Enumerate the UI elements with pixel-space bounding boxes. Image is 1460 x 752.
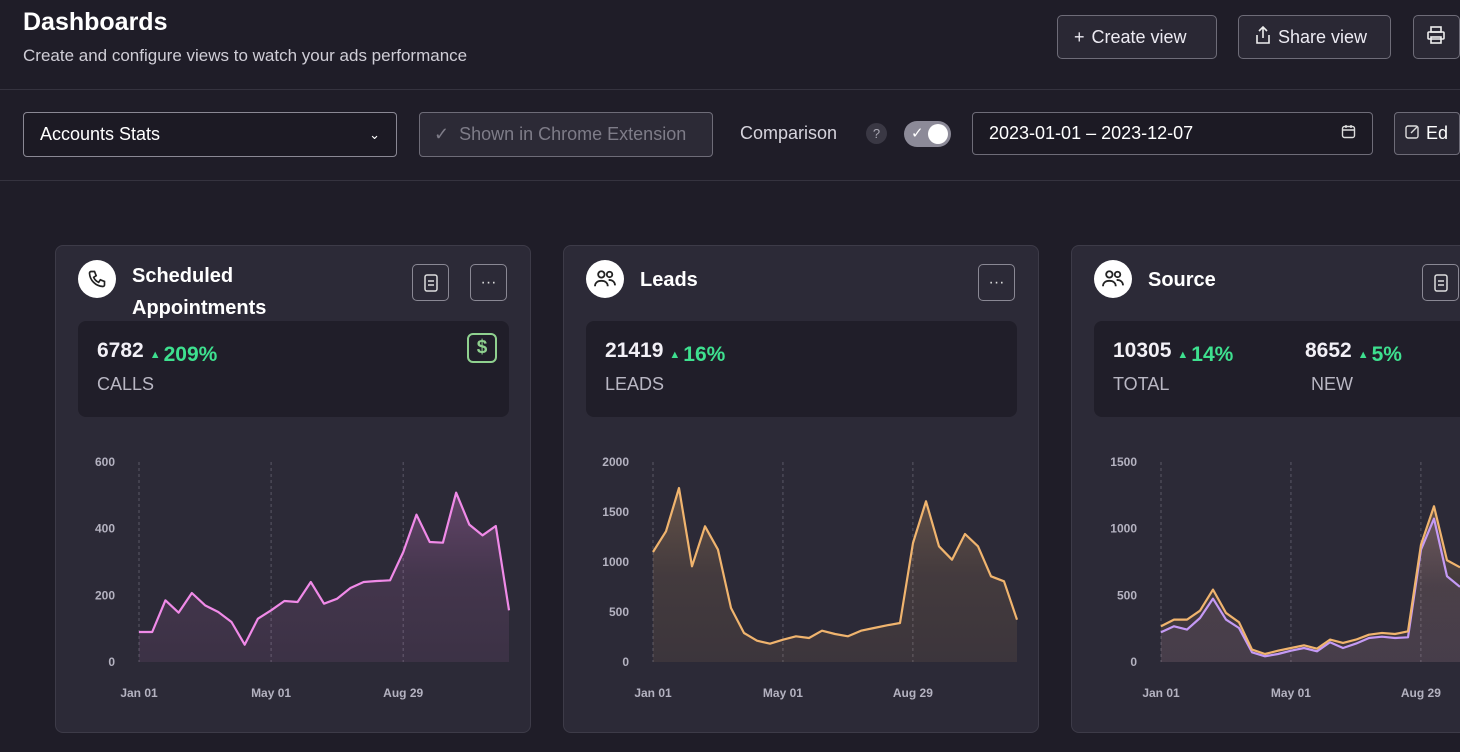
arrow-up-icon: ▲ bbox=[669, 349, 681, 361]
chrome-extension-label: Shown in Chrome Extension bbox=[459, 124, 687, 144]
source-chart: 0 500 1000 1500 Jan 01 May 01 Aug 29 bbox=[1110, 455, 1460, 700]
create-view-button[interactable]: + Create view bbox=[1057, 15, 1217, 59]
leads-chart: 0 500 1000 1500 2000 Jan 01 May 01 Aug 29 bbox=[602, 455, 1019, 700]
view-select[interactable]: Accounts Stats ⌄ bbox=[23, 112, 397, 157]
notes-icon[interactable] bbox=[412, 264, 449, 301]
y-tick-label: 1000 bbox=[602, 555, 629, 569]
y-tick-label: 0 bbox=[622, 655, 629, 669]
arrow-up-icon: ▲ bbox=[1357, 349, 1369, 361]
x-tick-label: Jan 01 bbox=[634, 686, 672, 700]
chrome-extension-button[interactable]: ✓ Shown in Chrome Extension bbox=[419, 112, 713, 157]
y-tick-label: 1000 bbox=[1110, 522, 1137, 536]
help-icon[interactable]: ? bbox=[866, 123, 887, 144]
stat-value: 21419 bbox=[605, 339, 664, 362]
page-subtitle: Create and configure views to watch your… bbox=[23, 46, 468, 65]
card-title: Source bbox=[1148, 269, 1216, 291]
share-view-button[interactable]: Share view bbox=[1238, 15, 1391, 59]
card-source: Source 10305 ▲ 14% TOTAL 8652 ▲ 5% NEW 0 500 1… bbox=[1071, 245, 1460, 733]
more-options-icon[interactable]: ··· bbox=[470, 264, 507, 301]
stat-label: CALLS bbox=[97, 374, 155, 394]
y-tick-label: 0 bbox=[1130, 655, 1137, 669]
y-tick-label: 1500 bbox=[1110, 455, 1137, 469]
comparison-label: Comparison bbox=[740, 123, 838, 143]
stat-leads: 21419 ▲ 16% LEADS bbox=[605, 339, 725, 395]
notes-icon[interactable] bbox=[1422, 264, 1459, 301]
stat-label: TOTAL bbox=[1113, 374, 1170, 394]
x-tick-label: Aug 29 bbox=[383, 686, 423, 700]
x-tick-label: Aug 29 bbox=[893, 686, 933, 700]
series-area bbox=[139, 492, 509, 662]
edit-button[interactable]: Ed bbox=[1394, 112, 1460, 155]
print-icon bbox=[1427, 25, 1445, 49]
phone-icon bbox=[78, 260, 116, 298]
stat-calls: 6782 ▲ 209% CALLS bbox=[97, 339, 217, 395]
dollar-icon[interactable]: $ bbox=[467, 333, 497, 363]
y-tick-label: 200 bbox=[95, 588, 115, 602]
stat-new: 8652 ▲ 5% NEW bbox=[1305, 339, 1402, 395]
stat-change: ▲ 14% bbox=[1177, 343, 1233, 367]
check-icon: ✓ bbox=[911, 125, 924, 142]
stat-value: 10305 bbox=[1113, 339, 1172, 362]
y-tick-label: 1500 bbox=[602, 505, 629, 519]
users-icon bbox=[586, 260, 624, 298]
create-view-label: Create view bbox=[1091, 26, 1187, 47]
stats-box: 21419 ▲ 16% LEADS bbox=[586, 321, 1017, 417]
arrow-up-icon: ▲ bbox=[149, 349, 161, 361]
more-options-icon[interactable]: ··· bbox=[978, 264, 1015, 301]
stats-box: 6782 ▲ 209% CALLS $ bbox=[78, 321, 509, 417]
view-select-value: Accounts Stats bbox=[40, 124, 161, 144]
stat-change-value: 14% bbox=[1191, 343, 1234, 366]
x-tick-label: Jan 01 bbox=[1142, 686, 1180, 700]
page-title: Dashboards bbox=[23, 8, 168, 36]
edit-label: Ed bbox=[1426, 123, 1449, 143]
x-tick-label: May 01 bbox=[763, 686, 803, 700]
stat-value: 6782 bbox=[97, 339, 144, 362]
calls-chart: 0 200 400 600 Jan 01 May 01 Aug 29 bbox=[95, 455, 511, 700]
stat-label: NEW bbox=[1311, 374, 1353, 394]
y-tick-label: 500 bbox=[609, 605, 629, 619]
check-icon: ✓ bbox=[434, 124, 450, 144]
date-range-value: 2023-01-01 – 2023-12-07 bbox=[989, 123, 1194, 143]
x-tick-label: May 01 bbox=[251, 686, 291, 700]
page-header: Dashboards Create and configure views to… bbox=[0, 0, 1460, 90]
card-leads: Leads ··· 21419 ▲ 16% LEADS 0 500 1000 1500 20… bbox=[563, 245, 1039, 733]
chevron-down-icon: ⌄ bbox=[369, 126, 380, 142]
y-tick-label: 0 bbox=[108, 655, 115, 669]
stat-label: LEADS bbox=[605, 374, 665, 394]
y-tick-label: 500 bbox=[1117, 588, 1137, 602]
x-tick-label: Jan 01 bbox=[120, 686, 158, 700]
card-scheduled-appointments: Scheduled Appointments ··· 6782 ▲ 209% CAL… bbox=[55, 245, 531, 733]
stat-change-value: 5% bbox=[1371, 343, 1402, 366]
y-tick-label: 400 bbox=[95, 522, 115, 536]
y-tick-label: 2000 bbox=[602, 455, 629, 469]
card-title: Leads bbox=[640, 269, 698, 291]
series-area bbox=[653, 488, 1017, 662]
x-tick-label: Aug 29 bbox=[1401, 686, 1441, 700]
print-button[interactable] bbox=[1413, 15, 1460, 59]
stat-change: ▲ 209% bbox=[150, 343, 218, 367]
y-tick-label: 600 bbox=[95, 455, 115, 469]
plus-icon: + bbox=[1074, 26, 1085, 47]
edit-icon bbox=[1405, 123, 1420, 144]
stat-change: ▲ 16% bbox=[669, 343, 725, 367]
comparison-toggle[interactable]: ✓ bbox=[904, 121, 951, 147]
toggle-knob bbox=[928, 124, 948, 144]
arrow-up-icon: ▲ bbox=[1177, 349, 1189, 361]
stat-total: 10305 ▲ 14% TOTAL bbox=[1113, 339, 1233, 395]
stat-change-value: 16% bbox=[683, 343, 726, 366]
x-tick-label: May 01 bbox=[1271, 686, 1311, 700]
stat-change: ▲ 5% bbox=[1358, 343, 1402, 367]
stat-change-value: 209% bbox=[163, 343, 218, 366]
users-icon bbox=[1094, 260, 1132, 298]
stat-value: 8652 bbox=[1305, 339, 1352, 362]
stats-box: 10305 ▲ 14% TOTAL 8652 ▲ 5% NEW bbox=[1094, 321, 1460, 417]
filter-bar: Accounts Stats ⌄ ✓ Shown in Chrome Extensi… bbox=[0, 91, 1460, 181]
share-icon bbox=[1255, 25, 1271, 49]
card-title: Scheduled Appointments bbox=[132, 265, 267, 319]
date-range-picker[interactable]: 2023-01-01 – 2023-12-07 bbox=[972, 112, 1373, 155]
share-view-label: Share view bbox=[1278, 26, 1368, 47]
calendar-icon bbox=[1341, 123, 1356, 144]
